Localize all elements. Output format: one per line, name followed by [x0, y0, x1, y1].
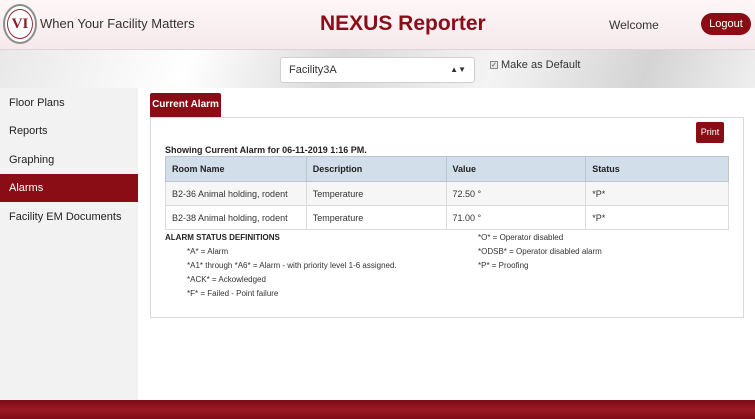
- table-row: B2-38 Animal holding, rodent Temperature…: [165, 205, 729, 230]
- facility-select[interactable]: Facility3A ▲▼: [280, 57, 475, 83]
- table-row: B2-36 Animal holding, rodent Temperature…: [165, 181, 729, 206]
- welcome-text: Welcome: [609, 18, 659, 32]
- definition-line: *P* = Proofing: [478, 261, 529, 270]
- definition-line: *ACK* = Ackowledged: [187, 275, 266, 284]
- sidebar-item-floor-plans[interactable]: Floor Plans: [0, 89, 138, 117]
- column-header-description: Description: [305, 156, 447, 182]
- cell-room-name: B2-36 Animal holding, rodent: [165, 181, 307, 206]
- cell-status: *P*: [585, 181, 729, 206]
- logout-button[interactable]: Logout: [701, 13, 751, 35]
- cell-room-name: B2-38 Animal holding, rodent: [165, 205, 307, 230]
- footer-bar: [0, 400, 755, 419]
- sidebar: Floor Plans Reports Graphing Alarms Faci…: [0, 88, 138, 400]
- print-button[interactable]: Print: [696, 122, 724, 143]
- sidebar-item-reports[interactable]: Reports: [0, 117, 138, 145]
- app-title: NEXUS Reporter: [320, 12, 486, 35]
- definition-line: *ODSB* = Operator disabled alarm: [478, 247, 602, 256]
- column-header-room-name: Room Name: [165, 156, 307, 182]
- tab-current-alarm[interactable]: Current Alarm: [150, 93, 221, 117]
- showing-text: Showing Current Alarm for 06-11-2019 1:1…: [165, 145, 367, 155]
- make-default-label: Make as Default: [501, 59, 581, 71]
- tagline: When Your Facility Matters: [40, 16, 195, 31]
- cell-status: *P*: [585, 205, 729, 230]
- alarm-table: Room Name Description Value Status B2-36…: [165, 156, 729, 230]
- cell-description: Temperature: [305, 205, 447, 230]
- definition-line: *A* = Alarm: [187, 247, 229, 256]
- column-header-status: Status: [585, 156, 729, 182]
- cell-description: Temperature: [305, 181, 447, 206]
- select-arrows-icon: ▲▼: [450, 65, 466, 74]
- make-default-checkbox[interactable]: ✓ Make as Default: [490, 59, 580, 71]
- sidebar-item-alarms[interactable]: Alarms: [0, 174, 138, 202]
- definition-line: *F* = Failed - Point failure: [187, 289, 279, 298]
- definition-line: *O* = Operator disabled: [478, 233, 564, 242]
- column-header-value: Value: [445, 156, 587, 182]
- table-header-row: Room Name Description Value Status: [165, 156, 729, 182]
- cell-value: 72.50 °: [445, 181, 587, 206]
- cell-value: 71.00 °: [445, 205, 587, 230]
- facility-select-value: Facility3A: [289, 64, 337, 76]
- logo-text: VI: [7, 9, 33, 39]
- logo: VI: [3, 4, 37, 44]
- header: VI When Your Facility Matters NEXUS Repo…: [0, 0, 755, 50]
- definitions-title: ALARM STATUS DEFINITIONS: [165, 233, 280, 242]
- sidebar-item-facility-em-documents[interactable]: Facility EM Documents: [0, 203, 138, 231]
- definition-line: *A1* through *A6* = Alarm - with priorit…: [187, 261, 397, 270]
- sidebar-item-graphing[interactable]: Graphing: [0, 146, 138, 174]
- checkbox-check-icon[interactable]: ✓: [490, 61, 498, 69]
